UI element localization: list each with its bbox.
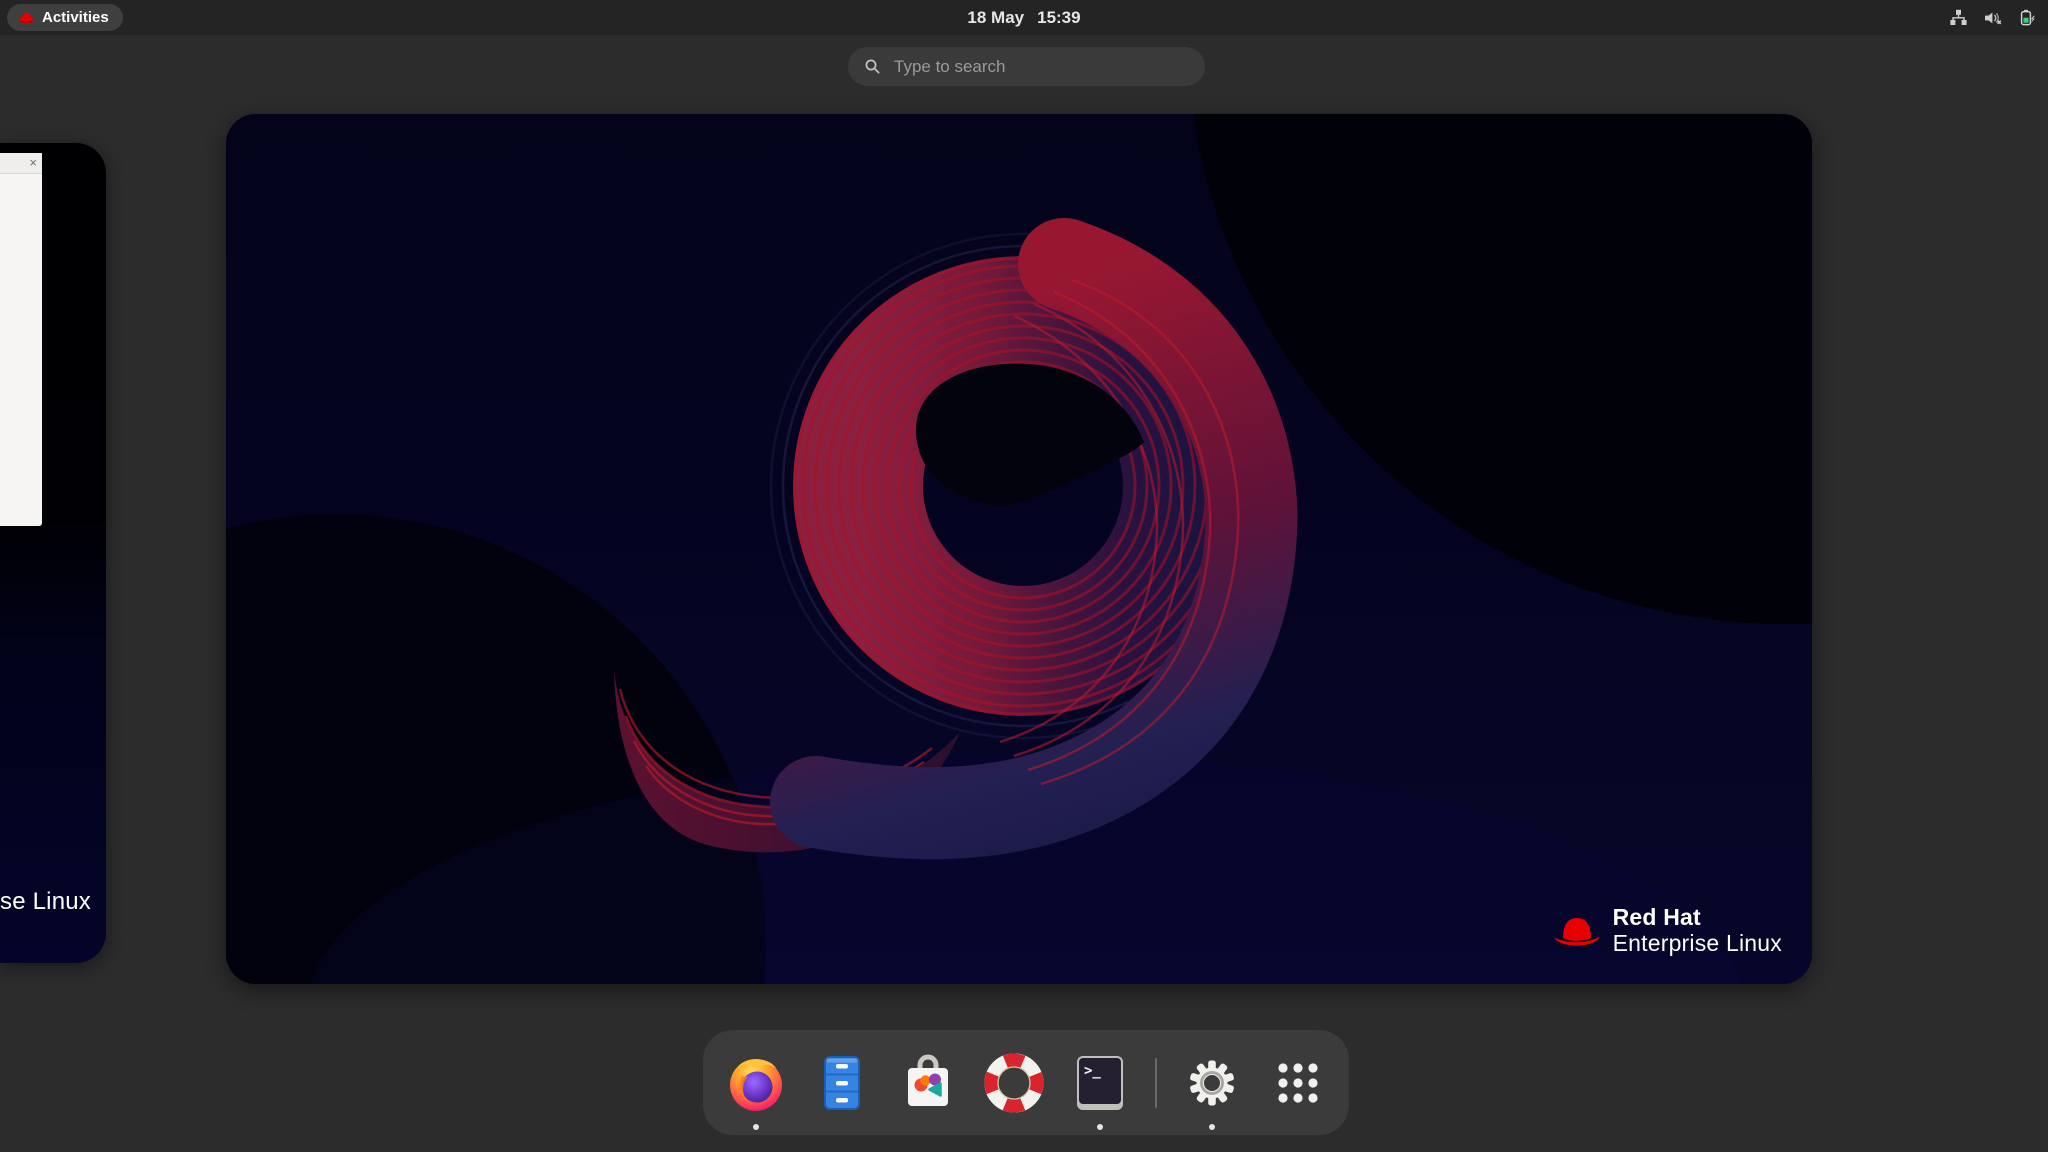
clock-button[interactable]: 18 May 15:39	[967, 0, 1080, 35]
svg-text:>_: >_	[1084, 1063, 1101, 1079]
clock-date: 18 May	[967, 7, 1025, 27]
red-hat-fedora-icon	[18, 12, 35, 24]
rhel9-wallpaper	[226, 114, 1812, 984]
window-titlebar: ×	[0, 153, 42, 174]
terminal-icon: >_	[1077, 1055, 1123, 1110]
software-bag-icon	[908, 1054, 948, 1106]
dock-item-terminal[interactable]: >_	[1068, 1051, 1132, 1130]
window-close-icon[interactable]: ×	[29, 155, 37, 171]
gnome-activities-overview: Activities 18 May 15:39 Type to search ×…	[0, 0, 2048, 1152]
dock-item-firefox[interactable]	[724, 1051, 788, 1130]
dock-item-files[interactable]	[810, 1051, 874, 1115]
workspace-preview-main[interactable]: Red Hat Enterprise Linux	[226, 114, 1812, 984]
rhel-brand-logo: Red Hat Enterprise Linux	[1552, 905, 1782, 956]
dock-item-help[interactable]	[982, 1051, 1046, 1115]
dash-dock: >_	[703, 1030, 1349, 1135]
top-bar: Activities 18 May 15:39	[0, 0, 2048, 35]
search-bar[interactable]	[848, 47, 1205, 86]
activities-label: Activities	[42, 9, 109, 26]
brand-line2: Enterprise Linux	[1612, 929, 1782, 956]
app-grid-icon	[1278, 1062, 1318, 1103]
battery-charging-icon	[2020, 9, 2035, 26]
activities-button[interactable]: Activities	[7, 4, 123, 31]
brand-line1: Red Hat	[1612, 904, 1701, 931]
search-icon	[865, 59, 880, 74]
quick-settings-area[interactable]	[1949, 0, 2036, 35]
red-hat-logo-icon	[1554, 917, 1600, 946]
search-input[interactable]	[892, 55, 1189, 78]
clock-time: 15:39	[1037, 7, 1081, 27]
firefox-icon	[730, 1058, 782, 1111]
window-preview[interactable]: ×	[0, 153, 42, 526]
volume-muted-icon	[1985, 12, 2002, 24]
files-cabinet-icon	[824, 1055, 860, 1110]
dock-separator	[1155, 1057, 1157, 1108]
dock-item-software[interactable]	[896, 1051, 960, 1115]
running-indicator	[1209, 1123, 1215, 1130]
network-wired-icon	[1950, 9, 1967, 25]
show-applications-button[interactable]	[1266, 1051, 1330, 1115]
wallpaper-logo-text-fragment: se Linux	[0, 888, 91, 915]
running-indicator	[753, 1123, 759, 1130]
help-lifebuoy-icon	[984, 1053, 1044, 1112]
settings-gear-icon	[1190, 1060, 1234, 1105]
dock-item-settings[interactable]	[1180, 1051, 1244, 1130]
workspace-preview-left[interactable]: × se Linux	[0, 143, 106, 963]
running-indicator	[1097, 1123, 1103, 1130]
